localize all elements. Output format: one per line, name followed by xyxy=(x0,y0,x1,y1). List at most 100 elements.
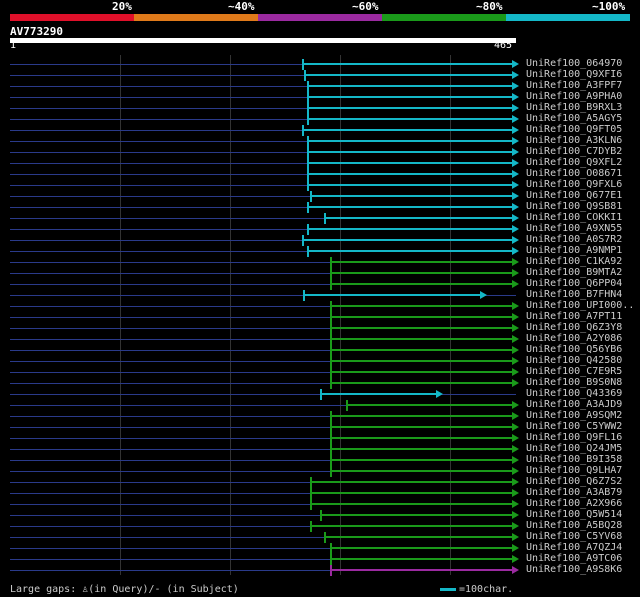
hit-alignment-bar[interactable] xyxy=(330,338,512,340)
hit-alignment-bar[interactable] xyxy=(330,569,512,571)
hit-alignment-bar[interactable] xyxy=(307,118,512,120)
hit-row[interactable]: UniRef100_A9S8K6 xyxy=(0,564,640,576)
hit-label[interactable]: UniRef100_A7PT11 xyxy=(526,311,622,322)
hit-alignment-bar[interactable] xyxy=(324,536,512,538)
hit-alignment-bar[interactable] xyxy=(310,195,512,197)
hit-label[interactable]: UniRef100_O08671 xyxy=(526,168,622,179)
hit-label[interactable]: UniRef100_Q5W514 xyxy=(526,509,622,520)
hit-alignment-bar[interactable] xyxy=(330,437,512,439)
hit-alignment-bar[interactable] xyxy=(307,107,512,109)
hit-label[interactable]: UniRef100_Q9FXL6 xyxy=(526,179,622,190)
hit-alignment-bar[interactable] xyxy=(330,349,512,351)
hit-alignment-bar[interactable] xyxy=(330,261,512,263)
hit-label[interactable]: UniRef100_Q56YB6 xyxy=(526,344,622,355)
hit-label[interactable]: UniRef100_A2Y086 xyxy=(526,333,622,344)
hit-label[interactable]: UniRef100_C5YWW2 xyxy=(526,421,622,432)
hit-label[interactable]: UniRef100_Q9FT05 xyxy=(526,124,622,135)
hit-label[interactable]: UniRef100_A9S8K6 xyxy=(526,564,622,575)
hit-alignment-bar[interactable] xyxy=(320,393,436,395)
hit-alignment-bar[interactable] xyxy=(330,426,512,428)
hit-label[interactable]: UniRef100_COKKI1 xyxy=(526,212,622,223)
hit-label[interactable]: UniRef100_Q9FL16 xyxy=(526,432,622,443)
hit-label[interactable]: UniRef100_B7FHN4 xyxy=(526,289,622,300)
hit-alignment-bar[interactable] xyxy=(324,217,512,219)
hit-alignment-bar[interactable] xyxy=(307,140,512,142)
hit-alignment-bar[interactable] xyxy=(307,184,512,186)
query-ruler xyxy=(10,38,516,43)
hit-label[interactable]: UniRef100_Q24JM5 xyxy=(526,443,622,454)
hit-start-marker xyxy=(330,455,332,466)
hit-alignment-bar[interactable] xyxy=(307,206,512,208)
hit-label[interactable]: UniRef100_Q6Z3Y8 xyxy=(526,322,622,333)
hit-alignment-bar[interactable] xyxy=(320,514,512,516)
hit-label[interactable]: UniRef100_Q9XFI6 xyxy=(526,69,622,80)
hit-alignment-bar[interactable] xyxy=(330,305,512,307)
hit-alignment-bar[interactable] xyxy=(307,96,512,98)
hit-label[interactable]: UniRef100_A5AGY5 xyxy=(526,113,622,124)
hit-alignment-bar[interactable] xyxy=(303,294,480,296)
hit-label[interactable]: UniRef100_A7QZJ4 xyxy=(526,542,622,553)
hit-label[interactable]: UniRef100_B9MTA2 xyxy=(526,267,622,278)
hit-label[interactable]: UniRef100_Q43369 xyxy=(526,388,622,399)
hit-arrow-icon xyxy=(512,104,519,112)
hit-alignment-bar[interactable] xyxy=(307,228,512,230)
hit-alignment-bar[interactable] xyxy=(302,129,512,131)
hit-alignment-bar[interactable] xyxy=(304,74,512,76)
hit-label[interactable]: UniRef100_A3AB79 xyxy=(526,487,622,498)
hit-label[interactable]: UniRef100_Q9LHA7 xyxy=(526,465,622,476)
hit-arrow-icon xyxy=(512,82,519,90)
hit-label[interactable]: UniRef100_C5YV68 xyxy=(526,531,622,542)
hit-label[interactable]: UniRef100_A9XN55 xyxy=(526,223,622,234)
hit-label[interactable]: UniRef100_UPI000.. xyxy=(526,300,634,311)
hit-alignment-bar[interactable] xyxy=(310,525,512,527)
hit-alignment-bar[interactable] xyxy=(330,371,512,373)
hit-label[interactable]: UniRef100_Q677E1 xyxy=(526,190,622,201)
hit-label[interactable]: UniRef100_A0S7R2 xyxy=(526,234,622,245)
hit-alignment-bar[interactable] xyxy=(346,404,512,406)
hit-alignment-bar[interactable] xyxy=(330,382,512,384)
hit-label[interactable]: UniRef100_064970 xyxy=(526,58,622,69)
hit-alignment-bar[interactable] xyxy=(330,360,512,362)
hit-label[interactable]: UniRef100_B9S0N8 xyxy=(526,377,622,388)
hit-label[interactable]: UniRef100_A9PHA0 xyxy=(526,91,622,102)
hit-label[interactable]: UniRef100_Q9SB81 xyxy=(526,201,622,212)
hit-label[interactable]: UniRef100_Q6Z7S2 xyxy=(526,476,622,487)
hit-alignment-bar[interactable] xyxy=(310,503,512,505)
hit-alignment-bar[interactable] xyxy=(307,162,512,164)
hit-alignment-bar[interactable] xyxy=(307,85,512,87)
hit-label[interactable]: UniRef100_Q42580 xyxy=(526,355,622,366)
hit-alignment-bar[interactable] xyxy=(307,173,512,175)
hit-label[interactable]: UniRef100_C7DYB2 xyxy=(526,146,622,157)
hit-alignment-bar[interactable] xyxy=(330,459,512,461)
hit-label[interactable]: UniRef100_Q6PP04 xyxy=(526,278,622,289)
hit-alignment-bar[interactable] xyxy=(330,448,512,450)
hit-label[interactable]: UniRef100_A2X966 xyxy=(526,498,622,509)
hit-alignment-bar[interactable] xyxy=(330,283,512,285)
hit-start-marker xyxy=(346,400,348,411)
hit-alignment-bar[interactable] xyxy=(302,239,512,241)
hit-label[interactable]: UniRef100_A9SQM2 xyxy=(526,410,622,421)
hit-alignment-bar[interactable] xyxy=(330,327,512,329)
hit-label[interactable]: UniRef100_Q9XFL2 xyxy=(526,157,622,168)
hit-label[interactable]: UniRef100_A9NMP1 xyxy=(526,245,622,256)
hit-label[interactable]: UniRef100_B9RXL3 xyxy=(526,102,622,113)
hit-label[interactable]: UniRef100_C7E9R5 xyxy=(526,366,622,377)
hit-label[interactable]: UniRef100_C1KA92 xyxy=(526,256,622,267)
hit-alignment-bar[interactable] xyxy=(307,151,512,153)
hit-alignment-bar[interactable] xyxy=(330,316,512,318)
hit-label[interactable]: UniRef100_A3KLN6 xyxy=(526,135,622,146)
hit-alignment-bar[interactable] xyxy=(307,250,512,252)
hit-alignment-bar[interactable] xyxy=(330,470,512,472)
hit-alignment-bar[interactable] xyxy=(330,415,512,417)
hit-alignment-bar[interactable] xyxy=(330,272,512,274)
hit-alignment-bar[interactable] xyxy=(330,547,512,549)
hit-label[interactable]: UniRef100_B9I358 xyxy=(526,454,622,465)
hit-label[interactable]: UniRef100_A5BQ28 xyxy=(526,520,622,531)
hit-alignment-bar[interactable] xyxy=(310,492,512,494)
hit-label[interactable]: UniRef100_A9TC06 xyxy=(526,553,622,564)
hit-alignment-bar[interactable] xyxy=(310,481,512,483)
hit-alignment-bar[interactable] xyxy=(302,63,512,65)
hit-alignment-bar[interactable] xyxy=(330,558,512,560)
hit-label[interactable]: UniRef100_A3AJD9 xyxy=(526,399,622,410)
hit-label[interactable]: UniRef100_A3FPF7 xyxy=(526,80,622,91)
